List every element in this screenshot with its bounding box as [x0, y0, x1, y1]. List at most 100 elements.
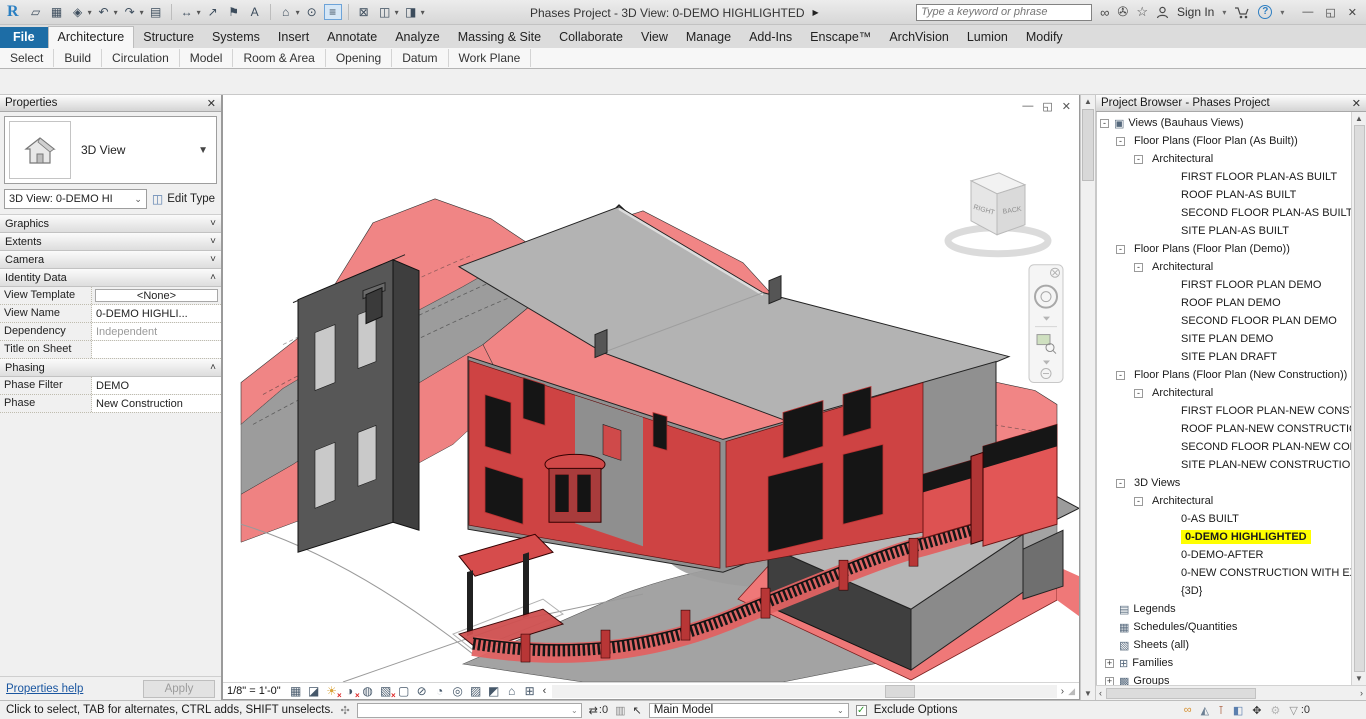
customize-qat-icon[interactable]: ▾ [421, 8, 425, 17]
property-row[interactable]: Extents ˅ [0, 233, 221, 251]
tree-expand-icon[interactable]: - [1116, 245, 1125, 254]
scroll-right-icon[interactable]: › [1061, 686, 1064, 697]
editable-only-icon[interactable]: ∞ [1184, 704, 1192, 716]
ribbon-panel-label[interactable]: Opening [326, 49, 392, 67]
tree-item[interactable]: 0-AS BUILT [1097, 510, 1351, 528]
search-input[interactable] [916, 4, 1092, 21]
measure-dropdown-icon[interactable]: ▾ [197, 8, 201, 17]
tree-item[interactable]: SITE PLAN DEMO [1097, 330, 1351, 348]
scrollbar-thumb[interactable] [1106, 688, 1256, 699]
default-3d-view-icon[interactable]: ⌂ [277, 5, 295, 19]
select-links-icon[interactable]: ◭ [1201, 704, 1209, 717]
save-icon[interactable]: ▦ [48, 5, 66, 19]
property-row[interactable]: Phase New Construction [0, 395, 221, 413]
drag-on-selection-icon[interactable]: ✥ [1252, 704, 1261, 717]
close-button[interactable]: ✕ [1348, 6, 1357, 19]
redo-icon[interactable]: ↷ [121, 5, 139, 19]
section-chevron-icon[interactable]: ˄ [210, 272, 216, 283]
view-close-icon[interactable]: ✕ [1062, 100, 1071, 113]
select-pinned-icon[interactable]: ⊺ [1218, 704, 1224, 717]
type-selector-dropdown-icon[interactable]: ▼ [190, 145, 216, 156]
ribbon-panel-label[interactable]: Work Plane [449, 49, 532, 67]
section-chevron-icon[interactable]: ˅ [210, 218, 216, 229]
thin-lines-icon[interactable]: ≡ [324, 4, 342, 20]
section-chevron-icon[interactable]: ˅ [210, 254, 216, 265]
help-icon[interactable]: ? [1258, 5, 1272, 19]
viewbar-collapse-icon[interactable]: ‹ [543, 685, 547, 697]
tree-item[interactable]: - Architectural [1097, 492, 1351, 510]
combo-dropdown-icon[interactable]: ⌄ [134, 194, 142, 205]
print-icon[interactable]: ▤ [147, 5, 165, 19]
project-browser-close-icon[interactable]: ✕ [1352, 97, 1361, 110]
aligned-dimension-icon[interactable]: ↗ [204, 5, 222, 19]
tree-item[interactable]: ▧ Sheets (all) [1097, 636, 1351, 654]
tree-expand-icon[interactable]: - [1134, 497, 1143, 506]
communication-center-icon[interactable]: ✇ [1117, 4, 1128, 20]
ribbon-tab[interactable]: ArchVision [880, 27, 958, 48]
property-row[interactable]: Title on Sheet [0, 341, 221, 359]
user-interface-icon[interactable]: ◨ [402, 5, 420, 19]
section-icon[interactable]: ⊙ [303, 5, 321, 19]
view3d-dropdown-icon[interactable]: ▾ [296, 8, 300, 17]
ribbon-tab[interactable]: Insert [269, 27, 318, 48]
worksets-icon[interactable]: ✣ [340, 704, 349, 717]
tree-expand-icon[interactable]: - [1134, 263, 1143, 272]
measure-icon[interactable]: ↔ [178, 5, 196, 19]
sign-in-dropdown-icon[interactable]: ▾ [1222, 8, 1226, 17]
favorites-icon[interactable]: ☆ [1136, 4, 1148, 20]
close-hidden-windows-icon[interactable]: ⊠ [355, 5, 373, 19]
ribbon-tab[interactable]: View [632, 27, 677, 48]
ribbon-tab[interactable]: Add-Ins [740, 27, 801, 48]
ribbon-tab[interactable]: Collaborate [550, 27, 632, 48]
switch-windows-dropdown-icon[interactable]: ▾ [395, 8, 399, 17]
3d-model-viewport[interactable]: RIGHT BACK [223, 95, 1079, 682]
property-row[interactable]: Graphics ˅ [0, 215, 221, 233]
shadows-icon[interactable]: ◑× [343, 684, 357, 698]
search-icon[interactable]: ∞ [1100, 5, 1109, 20]
scrollbar-thumb[interactable] [1354, 125, 1365, 672]
ribbon-panel-label[interactable]: Circulation [102, 49, 180, 67]
tree-item[interactable]: FIRST FLOOR PLAN-NEW CONSTRUCTION [1097, 402, 1351, 420]
undo-dropdown-icon[interactable]: ▾ [114, 8, 118, 17]
select-underlay-icon[interactable]: ◧ [1233, 704, 1243, 717]
open-icon[interactable]: ▱ [27, 5, 45, 19]
tree-expand-icon[interactable]: + [1105, 659, 1114, 668]
tree-item[interactable]: - Floor Plans (Floor Plan (Demo)) [1097, 240, 1351, 258]
ribbon-tab[interactable]: Systems [203, 27, 269, 48]
tree-item[interactable]: SITE PLAN-NEW CONSTRUCTION [1097, 456, 1351, 474]
property-row[interactable]: View Template <None> [0, 287, 221, 305]
tree-item[interactable]: - Architectural [1097, 150, 1351, 168]
ribbon-panel-label[interactable]: Select [0, 49, 54, 67]
tree-expand-icon[interactable]: - [1100, 119, 1109, 128]
rendering-dialog-icon[interactable]: ◍ [361, 684, 375, 698]
tree-item[interactable]: SECOND FLOOR PLAN DEMO [1097, 312, 1351, 330]
tree-item[interactable]: ▦ Schedules/Quantities [1097, 618, 1351, 636]
tree-item[interactable]: - 3D Views [1097, 474, 1351, 492]
tree-item[interactable]: + ⊞ Families [1097, 654, 1351, 672]
tree-item[interactable]: ROOF PLAN-NEW CONSTRUCTION [1097, 420, 1351, 438]
sync-icon[interactable]: ◈ [69, 5, 87, 19]
ribbon-tab[interactable]: File [0, 27, 48, 48]
scroll-up-icon[interactable]: ▲ [1355, 114, 1363, 123]
tree-item[interactable]: - Floor Plans (Floor Plan (As Built)) [1097, 132, 1351, 150]
tree-item[interactable]: SECOND FLOOR PLAN-AS BUILT [1097, 204, 1351, 222]
type-selector[interactable]: 3D View ▼ [4, 116, 217, 184]
title-expand-icon[interactable]: ▶ [813, 8, 819, 17]
scroll-down-icon[interactable]: ▼ [1084, 689, 1092, 698]
ribbon-tab[interactable]: Enscape™ [801, 27, 880, 48]
reveal-constraints-icon[interactable]: ⊞ [523, 684, 537, 698]
tree-item[interactable]: FIRST FLOOR PLAN DEMO [1097, 276, 1351, 294]
ribbon-tab[interactable]: Modify [1017, 27, 1072, 48]
view-minimize-icon[interactable]: — [1022, 100, 1033, 113]
temporary-hide-isolate-icon[interactable]: ◔ [433, 684, 447, 698]
tree-item[interactable]: - ▣ Views (Bauhaus Views) [1097, 114, 1351, 132]
exclude-options-checkbox[interactable]: ✓ [856, 705, 867, 716]
drawing-vertical-scrollbar[interactable]: ▲ ▼ [1080, 95, 1096, 700]
ribbon-panel-label[interactable]: Room & Area [233, 49, 325, 67]
ribbon-panel-label[interactable]: Datum [392, 49, 448, 67]
tree-expand-icon[interactable]: + [1105, 677, 1114, 686]
sync-dropdown-icon[interactable]: ▾ [88, 8, 92, 17]
tree-expand-icon[interactable]: - [1134, 155, 1143, 164]
dropdown-icon[interactable]: ⌄ [571, 706, 578, 715]
worksharing-display-icon[interactable]: ◩ [487, 684, 501, 698]
